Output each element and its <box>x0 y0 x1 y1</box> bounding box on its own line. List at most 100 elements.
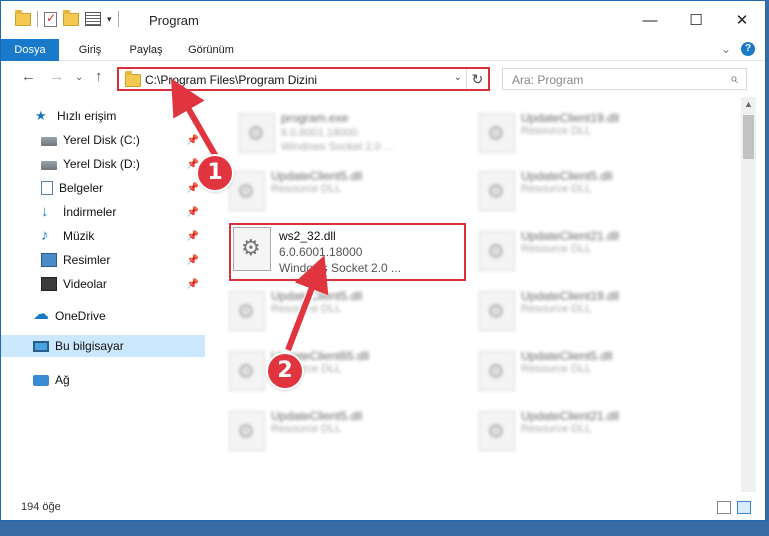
search-placeholder[interactable]: Ara: Program <box>512 73 583 87</box>
file-name: UpdateClient19.dll <box>521 111 620 125</box>
dll-file-icon <box>229 291 265 331</box>
properties-check-icon[interactable] <box>44 11 57 27</box>
sidebar-item-downloads[interactable]: ↓ İndirmeler 📌 <box>1 201 205 223</box>
file-description: Resource DLL <box>271 303 342 315</box>
pin-icon[interactable]: 📌 <box>187 207 199 218</box>
address-bar[interactable]: C:\Program Files\Program Dizini ⌄ ↻ <box>117 67 490 91</box>
pin-icon[interactable]: 📌 <box>187 159 199 170</box>
file-name: program.exe <box>281 111 349 125</box>
sidebar-item-videos[interactable]: Videolar 📌 <box>1 273 205 295</box>
address-path[interactable]: C:\Program Files\Program Dizini <box>145 73 317 87</box>
maximize-button[interactable]: ☐ <box>673 1 719 39</box>
file-description: Resource DLL <box>271 183 342 195</box>
customize-icon[interactable] <box>85 12 101 26</box>
folder-icon <box>15 9 31 26</box>
pictures-icon <box>41 253 57 267</box>
title-bar: ▾ Program — ☐ ✕ <box>1 1 765 39</box>
file-list: program.exe 6.0.6001.18000 Windows Socke… <box>207 97 740 492</box>
scroll-up-icon[interactable]: ▲ <box>744 99 753 109</box>
file-item[interactable]: UpdateClient21.dll Resource DLL <box>473 223 703 275</box>
onedrive-icon: ☁ <box>33 306 49 323</box>
ribbon-tabs: Dosya Giriş Paylaş Görünüm ⌄ ? <box>1 39 765 61</box>
file-description: Windows Socket 2.0 ... <box>281 141 393 153</box>
chevron-down-icon[interactable]: ▾ <box>107 14 112 25</box>
file-item-ws2-32[interactable]: ws2_32.dll 6.0.6001.18000 Windows Socket… <box>233 227 463 279</box>
file-item[interactable]: UpdateClient5.dll Resource DLL <box>223 403 453 455</box>
scroll-thumb[interactable] <box>743 115 754 159</box>
disk-icon <box>41 161 57 170</box>
tab-home[interactable]: Giriş <box>67 39 113 61</box>
search-icon[interactable]: ⌕ <box>730 70 738 87</box>
toolbar-separator <box>117 11 119 27</box>
item-count: 194 öğe <box>21 501 61 513</box>
tab-file[interactable]: Dosya <box>1 39 59 61</box>
music-icon: ♪ <box>41 227 49 244</box>
pin-icon[interactable]: 📌 <box>187 231 199 242</box>
quick-access-toolbar: ▾ <box>15 9 119 27</box>
file-name: UpdateClient5.dll <box>271 409 363 423</box>
sidebar-item-documents[interactable]: Belgeler 📌 <box>1 177 205 199</box>
recent-locations-icon[interactable]: ⌄ <box>75 72 83 83</box>
dll-file-icon <box>479 171 515 211</box>
dll-file-icon <box>479 351 515 391</box>
file-name: UpdateClient19.dll <box>521 289 620 303</box>
sidebar-item-quick-access[interactable]: ★ Hızlı erişim <box>1 105 205 127</box>
file-name: UpdateClient5.dll <box>271 289 363 303</box>
close-button[interactable]: ✕ <box>719 1 765 39</box>
sidebar-item-label: Hızlı erişim <box>57 109 117 123</box>
sidebar-item-label: İndirmeler <box>63 205 117 219</box>
dll-file-icon <box>479 411 515 451</box>
sidebar-item-label: Bu bilgisayar <box>55 339 124 353</box>
dll-file-icon <box>479 291 515 331</box>
file-item[interactable]: UpdateClient19.dll Resource DLL <box>473 105 703 157</box>
file-name: UpdateClient5.dll <box>521 169 613 183</box>
sidebar-item-onedrive[interactable]: ☁ OneDrive <box>1 305 205 327</box>
file-description: Resource DLL <box>521 423 592 435</box>
sidebar-item-local-disk-d[interactable]: Yerel Disk (D:) 📌 <box>1 153 205 175</box>
chevron-down-icon[interactable]: ⌄ <box>454 72 462 83</box>
tab-view[interactable]: Görünüm <box>181 39 241 61</box>
search-input[interactable]: Ara: Program ⌕ <box>502 68 747 90</box>
sidebar-item-network[interactable]: Ağ <box>1 369 205 391</box>
file-item[interactable]: UpdateClient65.dll Resource DLL <box>223 343 453 395</box>
navigation-pane: ★ Hızlı erişim Yerel Disk (C:) 📌 Yerel D… <box>1 99 205 492</box>
sidebar-item-this-pc[interactable]: Bu bilgisayar <box>1 335 205 357</box>
callout-badge-1: 1 <box>198 156 232 190</box>
pin-icon[interactable]: 📌 <box>187 255 199 266</box>
sidebar-item-label: Müzik <box>63 229 95 243</box>
back-arrow-icon[interactable]: ← <box>21 68 36 85</box>
file-item[interactable]: UpdateClient19.dll Resource DLL <box>473 283 703 335</box>
file-item[interactable]: UpdateClient5.dll Resource DLL <box>473 343 703 395</box>
file-description: Resource DLL <box>521 125 592 137</box>
pin-icon[interactable]: 📌 <box>187 279 199 290</box>
new-folder-icon[interactable] <box>63 9 79 26</box>
help-icon[interactable]: ? <box>741 42 755 56</box>
tiles-view-icon[interactable] <box>737 501 751 514</box>
tab-share[interactable]: Paylaş <box>123 39 169 61</box>
file-item[interactable]: UpdateClient5.dll Resource DLL <box>223 283 453 335</box>
sidebar-item-label: Yerel Disk (D:) <box>63 157 140 171</box>
vertical-scrollbar[interactable]: ▲ <box>741 97 756 492</box>
sidebar-item-local-disk-c[interactable]: Yerel Disk (C:) 📌 <box>1 129 205 151</box>
file-item[interactable]: program.exe 6.0.6001.18000 Windows Socke… <box>233 105 463 157</box>
expand-ribbon-icon[interactable]: ⌄ <box>721 42 731 56</box>
exe-file-icon <box>239 113 275 153</box>
up-arrow-icon[interactable]: ↑ <box>95 68 103 85</box>
pin-icon[interactable]: 📌 <box>187 183 199 194</box>
pin-icon[interactable]: 📌 <box>187 135 199 146</box>
file-item[interactable]: UpdateClient21.dll Resource DLL <box>473 403 703 455</box>
dll-file-icon <box>229 411 265 451</box>
file-item[interactable]: UpdateClient5.dll Resource DLL <box>223 163 453 215</box>
minimize-button[interactable]: — <box>627 1 673 39</box>
view-toggle <box>717 501 751 514</box>
sidebar-item-pictures[interactable]: Resimler 📌 <box>1 249 205 271</box>
forward-arrow-icon[interactable]: → <box>49 68 64 85</box>
details-view-icon[interactable] <box>717 501 731 514</box>
navigation-bar: ← → ⌄ ↑ C:\Program Files\Program Dizini … <box>1 63 765 93</box>
file-name: UpdateClient5.dll <box>271 169 363 183</box>
file-description: Resource DLL <box>521 303 592 315</box>
file-item[interactable]: UpdateClient5.dll Resource DLL <box>473 163 703 215</box>
dll-file-icon <box>233 227 271 271</box>
refresh-icon[interactable]: ↻ <box>466 69 488 89</box>
sidebar-item-music[interactable]: ♪ Müzik 📌 <box>1 225 205 247</box>
